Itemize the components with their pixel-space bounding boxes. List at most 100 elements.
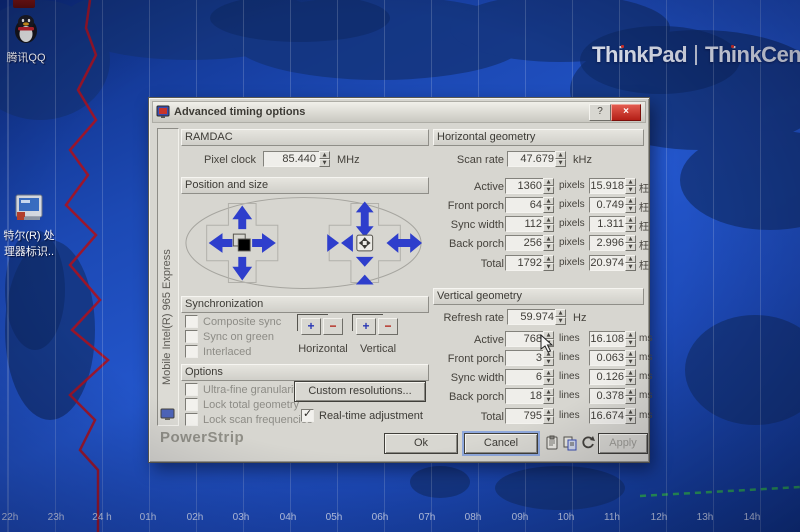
spinner-up-icon[interactable]: ▲	[625, 255, 636, 263]
spinner-up-icon[interactable]: ▲	[319, 151, 330, 159]
count-field[interactable]: 3	[505, 350, 546, 366]
count-spinner[interactable]: ▲▼	[543, 216, 554, 232]
spinner-up-icon[interactable]: ▲	[625, 408, 636, 416]
spinner-up-icon[interactable]: ▲	[625, 388, 636, 396]
time-spinner[interactable]: ▲▼	[625, 388, 636, 404]
time-field[interactable]: 2.996	[589, 235, 628, 251]
spinner-up-icon[interactable]: ▲	[625, 178, 636, 186]
count-spinner[interactable]: ▲▼	[543, 235, 554, 251]
spinner-down-icon[interactable]: ▼	[543, 396, 554, 404]
count-spinner[interactable]: ▲▼	[543, 388, 554, 404]
desktop-icon-qq[interactable]: 腾讯QQ	[0, 14, 52, 65]
ok-button[interactable]: Ok	[384, 433, 458, 454]
undo-icon[interactable]	[580, 435, 596, 451]
vertical-minus-button[interactable]: −	[378, 318, 398, 335]
checkbox-box[interactable]	[185, 398, 198, 411]
time-field[interactable]: 1.311	[589, 216, 628, 232]
count-spinner[interactable]: ▲▼	[543, 350, 554, 366]
spinner-up-icon[interactable]: ▲	[625, 216, 636, 224]
spinner-up-icon[interactable]: ▲	[543, 331, 554, 339]
refresh-rate-field[interactable]: 59.974	[507, 309, 558, 325]
checkbox-sync-on-green[interactable]: Sync on green	[185, 330, 274, 343]
count-spinner[interactable]: ▲▼	[543, 178, 554, 194]
time-field[interactable]: 0.063	[589, 350, 628, 366]
spinner-down-icon[interactable]: ▼	[625, 377, 636, 385]
spinner-down-icon[interactable]: ▼	[625, 205, 636, 213]
desktop-icon-partial[interactable]	[4, 0, 44, 10]
close-button[interactable]: ×	[611, 104, 641, 121]
time-spinner[interactable]: ▲▼	[625, 255, 636, 271]
checkbox-box[interactable]	[185, 330, 198, 343]
count-field[interactable]: 6	[505, 369, 546, 385]
time-spinner[interactable]: ▲▼	[625, 197, 636, 213]
checkbox-lock-scan-frequencies[interactable]: Lock scan frequencies	[185, 413, 312, 426]
spinner-down-icon[interactable]: ▼	[543, 224, 554, 232]
spinner-down-icon[interactable]: ▼	[543, 243, 554, 251]
spinner-up-icon[interactable]: ▲	[543, 350, 554, 358]
cancel-button[interactable]: Cancel	[464, 433, 538, 454]
time-spinner[interactable]: ▲▼	[625, 350, 636, 366]
paste-icon[interactable]	[544, 435, 560, 451]
count-field[interactable]: 1360	[505, 178, 546, 194]
count-field[interactable]: 1792	[505, 255, 546, 271]
count-field[interactable]: 112	[505, 216, 546, 232]
spinner-up-icon[interactable]: ▲	[543, 216, 554, 224]
dialog-titlebar[interactable]: Advanced timing options ? ×	[152, 101, 646, 123]
pixel-clock-field[interactable]: 85.440	[263, 151, 320, 167]
spinner-down-icon[interactable]: ▼	[625, 186, 636, 194]
checkbox-ultra-fine-granularity[interactable]: Ultra-fine granularity	[185, 383, 302, 396]
count-field[interactable]: 18	[505, 388, 546, 404]
checkbox-box[interactable]	[185, 383, 198, 396]
time-spinner[interactable]: ▲▼	[625, 331, 636, 347]
checkbox-box[interactable]	[185, 345, 198, 358]
checkbox-box[interactable]	[185, 413, 198, 426]
spinner-down-icon[interactable]: ▼	[543, 377, 554, 385]
spinner-down-icon[interactable]: ▼	[543, 358, 554, 366]
desktop-icon-intel-utility[interactable]: 特尔(R) 处 理器标识..	[0, 192, 58, 259]
count-spinner[interactable]: ▲▼	[543, 369, 554, 385]
vertical-plus-button[interactable]: +	[356, 318, 376, 335]
time-spinner[interactable]: ▲▼	[625, 216, 636, 232]
spinner-up-icon[interactable]: ▲	[543, 388, 554, 396]
count-spinner[interactable]: ▲▼	[543, 408, 554, 424]
spinner-down-icon[interactable]: ▼	[625, 358, 636, 366]
spinner-up-icon[interactable]: ▲	[543, 255, 554, 263]
spinner-up-icon[interactable]: ▲	[625, 350, 636, 358]
checkbox-box[interactable]	[185, 315, 198, 328]
time-field[interactable]: 16.674	[589, 408, 628, 424]
horizontal-plus-button[interactable]: +	[301, 318, 321, 335]
scan-rate-spinner[interactable]: ▲▼	[555, 151, 566, 167]
refresh-rate-spinner[interactable]: ▲▼	[555, 309, 566, 325]
spinner-down-icon[interactable]: ▼	[625, 224, 636, 232]
count-spinner[interactable]: ▲▼	[543, 255, 554, 271]
spinner-down-icon[interactable]: ▼	[319, 159, 330, 167]
spinner-down-icon[interactable]: ▼	[625, 396, 636, 404]
spinner-down-icon[interactable]: ▼	[625, 243, 636, 251]
count-field[interactable]: 768	[505, 331, 546, 347]
scan-rate-field[interactable]: 47.679	[507, 151, 558, 167]
spinner-up-icon[interactable]: ▲	[625, 369, 636, 377]
time-spinner[interactable]: ▲▼	[625, 408, 636, 424]
time-field[interactable]: 20.974	[589, 255, 628, 271]
count-spinner[interactable]: ▲▼	[543, 331, 554, 347]
checkbox-box-checked[interactable]	[301, 409, 314, 422]
spinner-down-icon[interactable]: ▼	[555, 159, 566, 167]
count-field[interactable]: 256	[505, 235, 546, 251]
spinner-down-icon[interactable]: ▼	[543, 339, 554, 347]
spinner-up-icon[interactable]: ▲	[543, 408, 554, 416]
spinner-up-icon[interactable]: ▲	[543, 197, 554, 205]
copy-icon[interactable]	[562, 435, 578, 451]
spinner-up-icon[interactable]: ▲	[555, 151, 566, 159]
spinner-up-icon[interactable]: ▲	[625, 197, 636, 205]
spinner-up-icon[interactable]: ▲	[625, 331, 636, 339]
time-spinner[interactable]: ▲▼	[625, 235, 636, 251]
help-button[interactable]: ?	[589, 104, 611, 121]
checkbox-realtime-adjustment[interactable]: Real-time adjustment	[301, 409, 423, 422]
checkbox-lock-total-geometry[interactable]: Lock total geometry	[185, 398, 299, 411]
spinner-down-icon[interactable]: ▼	[543, 416, 554, 424]
pixel-clock-spinner[interactable]: ▲▼	[319, 151, 330, 167]
time-field[interactable]: 16.108	[589, 331, 628, 347]
spinner-up-icon[interactable]: ▲	[543, 178, 554, 186]
spinner-down-icon[interactable]: ▼	[625, 416, 636, 424]
checkbox-interlaced[interactable]: Interlaced	[185, 345, 251, 358]
